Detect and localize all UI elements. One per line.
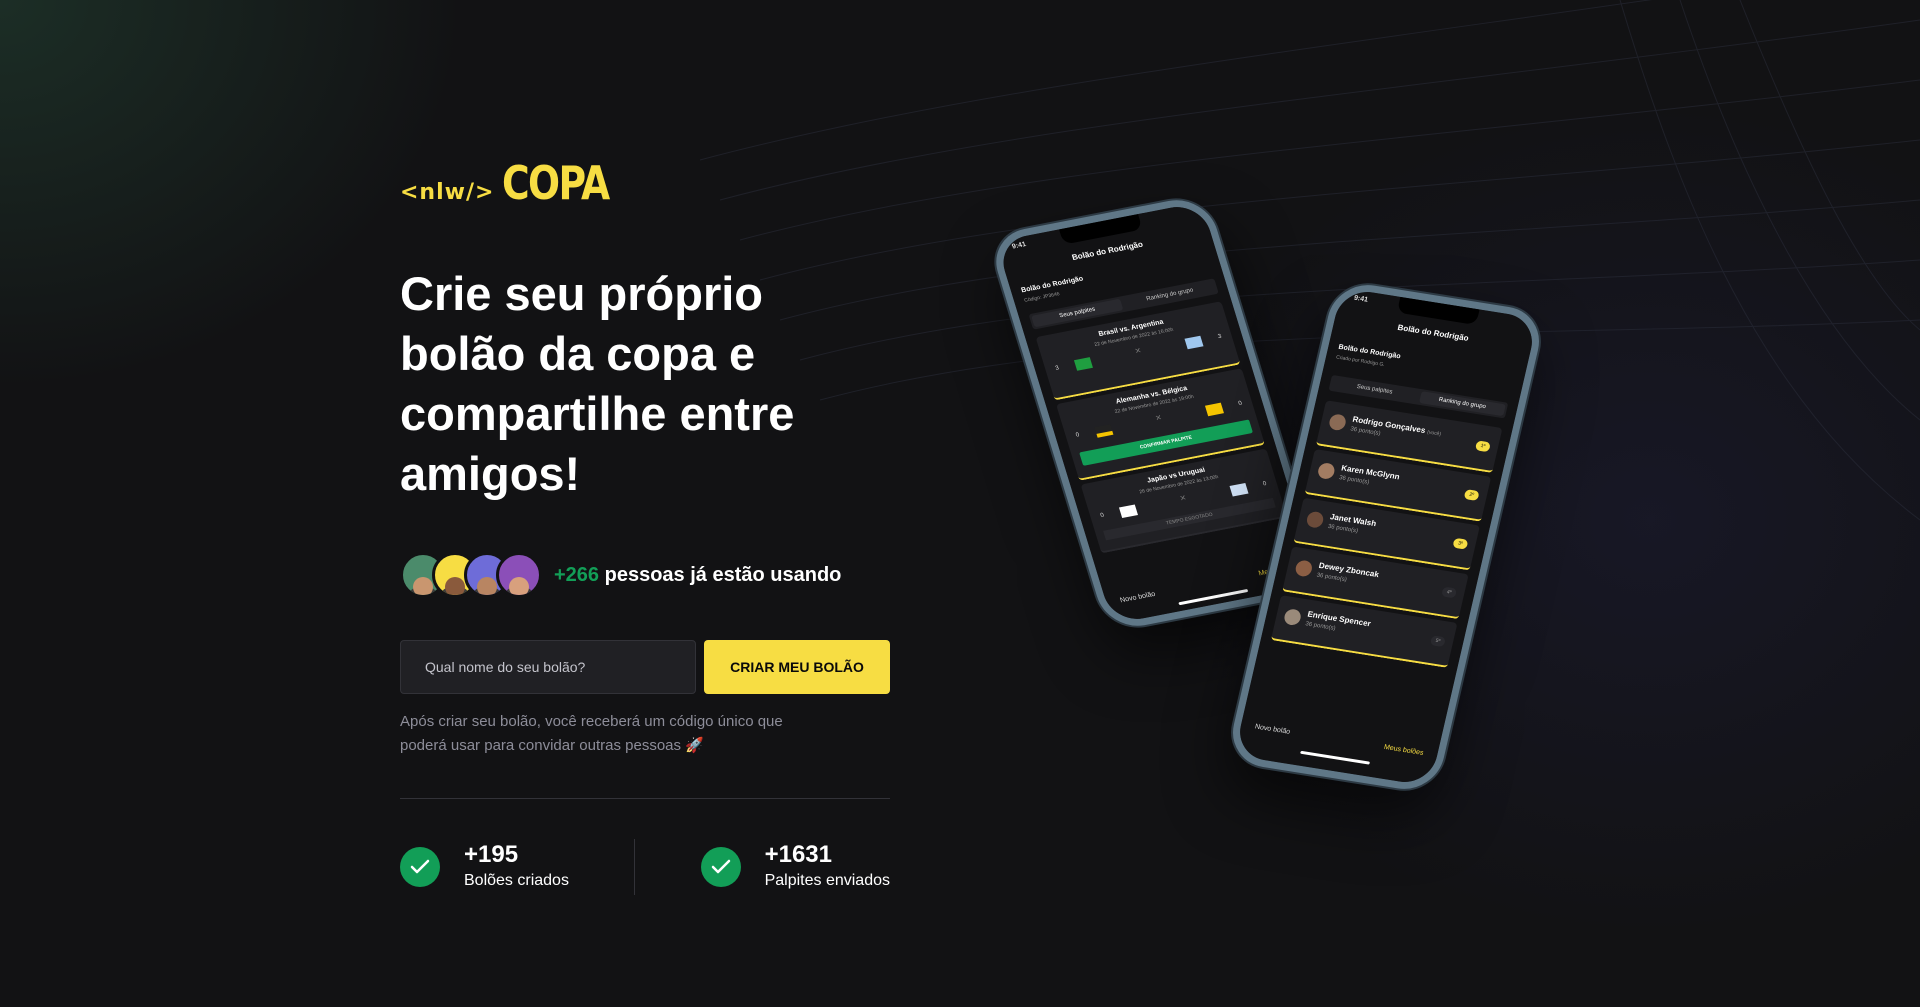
score-right: 0 <box>1237 400 1243 408</box>
stats: +195 Bolões criados +1631 Palpites envia… <box>400 839 890 895</box>
pool-name-input[interactable] <box>400 640 696 694</box>
background-curves <box>699 0 1920 521</box>
flag-icon <box>1184 335 1204 350</box>
flag-icon <box>1118 504 1138 519</box>
hero-title: Crie seu próprio bolão da copa e compart… <box>400 267 795 500</box>
users-label: pessoas já estão usando <box>599 563 842 586</box>
score-left: 0 <box>1075 432 1081 439</box>
nav-new-pool: Novo bolão <box>1254 723 1291 736</box>
tab-ranking: Ranking do grupo <box>1418 391 1506 417</box>
check-icon <box>700 847 741 887</box>
rank-badge: 2º <box>1463 489 1480 501</box>
stat-pools: +195 Bolões criados <box>400 841 569 893</box>
logo-copa: COPA <box>502 156 610 210</box>
time-out-label: TEMPO ESGOTADO <box>1103 497 1276 541</box>
flag-icon <box>1094 424 1114 438</box>
rank-badge: 1º <box>1474 440 1491 453</box>
stat-label: Palpites enviados <box>764 872 890 889</box>
users-count: +266 <box>554 563 600 586</box>
pool-code: Código: JP3646 <box>1023 291 1061 304</box>
avatar <box>1305 510 1325 529</box>
logo-code: <nlw/> <box>400 180 495 205</box>
avatar <box>1294 559 1314 578</box>
rank-badge: 5º <box>1429 635 1446 648</box>
avatar <box>1327 413 1348 432</box>
score-right: 0 <box>1262 481 1268 488</box>
score-left: 3 <box>1054 365 1060 372</box>
player-points: 36 ponto(s) <box>1338 475 1370 486</box>
player-points: 36 ponto(s) <box>1349 426 1382 438</box>
player-points: 36 ponto(s) <box>1327 523 1359 535</box>
avatar <box>1316 461 1337 481</box>
flag-icon <box>1204 402 1224 417</box>
flag-icon <box>1073 357 1093 371</box>
vertical-divider <box>634 839 636 895</box>
rank-badge: 3º <box>1452 537 1469 550</box>
hint-text: Após criar seu bolão, você receberá um c… <box>400 713 783 754</box>
stat-guesses: +1631 Palpites enviados <box>700 841 890 893</box>
check-icon <box>400 847 440 887</box>
stat-label: Bolões criados <box>464 872 569 889</box>
bottom-nav: Novo bolão Meus bolões <box>1254 723 1424 756</box>
create-pool-button[interactable]: Criar meu bolão <box>704 640 890 694</box>
player-points: 36 ponto(s) <box>1304 621 1337 632</box>
stat-value: +195 <box>464 841 519 868</box>
tab-guesses: Seus palpites <box>1356 383 1394 396</box>
social-proof: +266 pessoas já estão usando <box>400 552 890 598</box>
status-time: 9:41 <box>1011 241 1028 251</box>
avatar <box>1282 608 1303 627</box>
avatar <box>496 552 542 598</box>
app-preview: 9:41 Bolão do Rodrigão Bolão do Rodrigão… <box>986 190 1547 810</box>
player-points: 36 ponto(s) <box>1315 572 1348 584</box>
nav-new-pool: Novo bolão <box>1119 590 1157 605</box>
rank-badge: 4º <box>1441 586 1458 599</box>
users-count-text: +266 pessoas já estão usando <box>554 564 841 587</box>
stat-value: +1631 <box>764 841 832 868</box>
avatar-group <box>400 552 542 598</box>
flag-icon <box>1229 482 1249 497</box>
logo: <nlw/> COPA <box>400 160 890 210</box>
score-right: 3 <box>1217 333 1223 341</box>
divider <box>400 798 890 799</box>
nav-my-pools: Meus bolões <box>1383 743 1425 757</box>
status-time: 9:41 <box>1353 294 1369 304</box>
create-pool-form: Criar meu bolão <box>400 640 890 694</box>
score-left: 0 <box>1099 512 1105 520</box>
player-tag: (você) <box>1426 429 1442 438</box>
hero-section: <nlw/> COPA Crie seu próprio bolão da co… <box>400 160 890 895</box>
